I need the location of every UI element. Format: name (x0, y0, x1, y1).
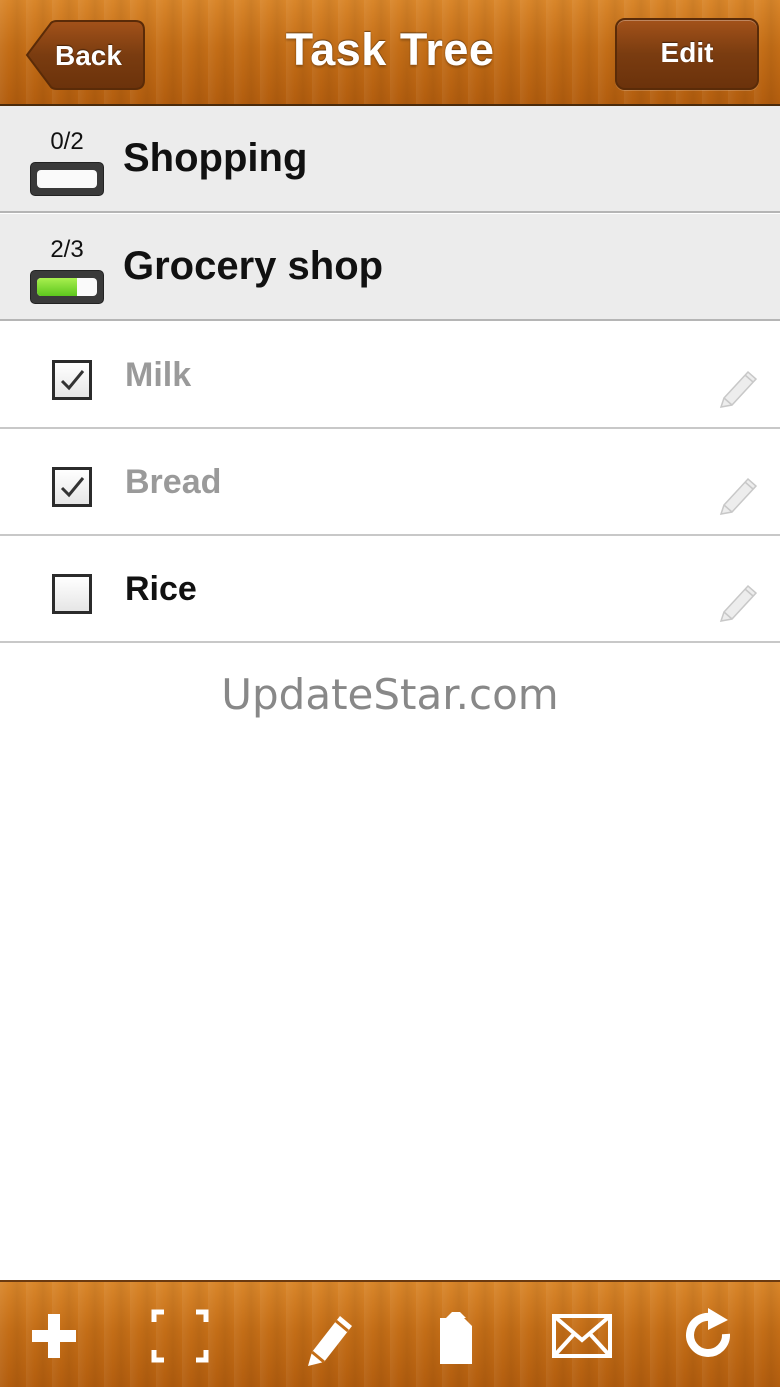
progress-fill (37, 278, 78, 296)
task-label: Rice (125, 570, 197, 608)
plus-icon[interactable] (24, 1306, 84, 1366)
clipboard-icon[interactable] (426, 1306, 486, 1366)
expand-icon[interactable] (150, 1306, 210, 1366)
mail-icon[interactable] (552, 1306, 612, 1366)
checkbox[interactable] (52, 467, 92, 507)
progress-bar (30, 162, 104, 196)
progress-count: 2/3 (50, 236, 84, 263)
pencil-icon[interactable] (300, 1306, 360, 1366)
checkbox[interactable] (52, 574, 92, 614)
task-label: Bread (125, 463, 222, 501)
refresh-icon[interactable] (680, 1306, 740, 1366)
task-row-bread[interactable]: Bread (0, 429, 780, 536)
group-label: Shopping (123, 136, 308, 180)
edit-button[interactable]: Edit (615, 18, 759, 90)
nav-bar: Back Task Tree Edit (0, 0, 780, 106)
watermark: UpdateStar.com (221, 670, 559, 719)
bottom-toolbar (0, 1280, 780, 1387)
checkmark-icon (60, 370, 85, 391)
task-label: Milk (125, 356, 192, 394)
group-row-shopping[interactable]: 0/2 Shopping (0, 106, 780, 213)
checkbox[interactable] (52, 360, 92, 400)
group-label: Grocery shop (123, 244, 384, 288)
group-row-grocery-shop[interactable]: 2/3 Grocery shop (0, 214, 780, 321)
task-row-milk[interactable]: Milk (0, 322, 780, 429)
pencil-icon[interactable] (718, 578, 762, 622)
pencil-icon[interactable] (718, 471, 762, 515)
pencil-icon[interactable] (718, 364, 762, 408)
checkmark-icon (60, 477, 85, 498)
progress-bar (30, 270, 104, 304)
progress-count: 0/2 (50, 128, 84, 155)
task-row-rice[interactable]: Rice (0, 536, 780, 643)
